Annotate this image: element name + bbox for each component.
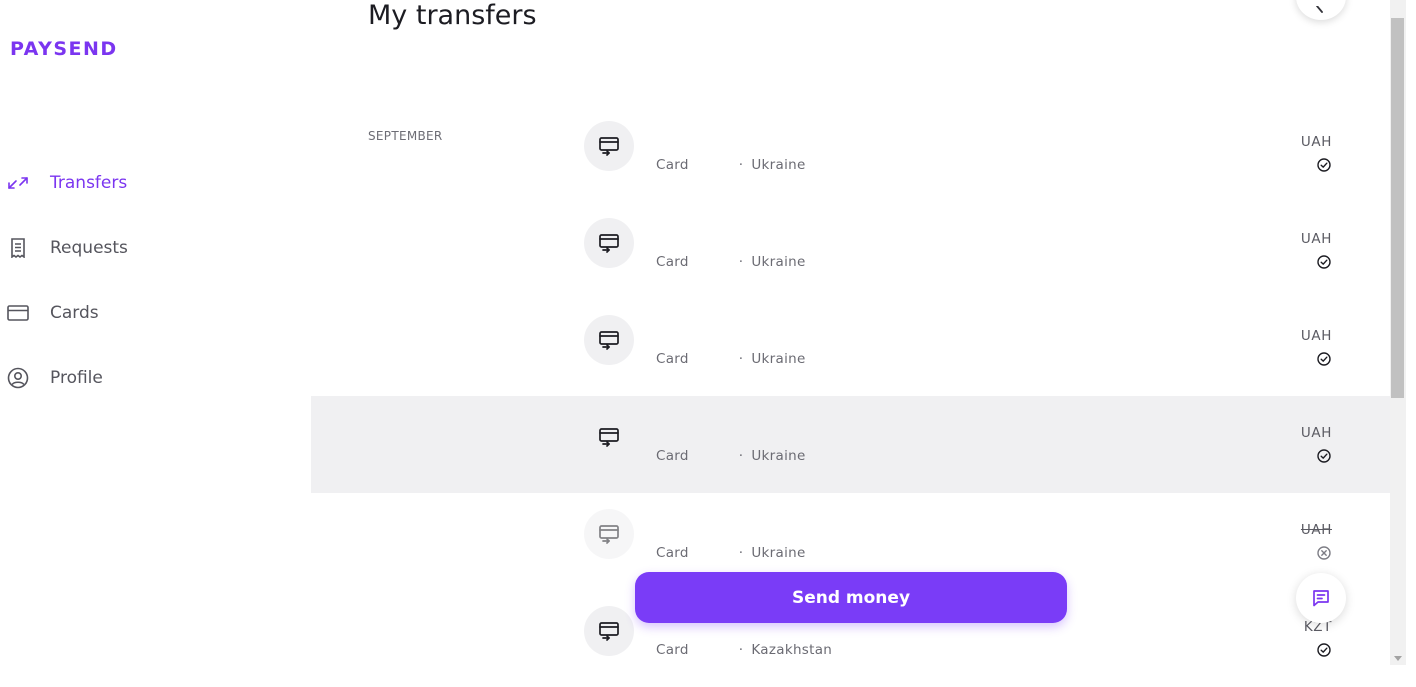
status-completed-icon [1317,158,1331,172]
transfer-icon-badge [584,121,634,171]
chat-support-button[interactable] [1296,573,1346,623]
card-transfer-icon [599,234,619,253]
transfer-method: Card [656,545,689,561]
transfer-arrows-icon [0,176,38,190]
transfer-method: Card [656,157,689,173]
sidebar-item-label: Profile [50,367,103,388]
transfer-row-hovered[interactable]: Card · Ukraine UAH [311,396,1390,493]
receipt-icon [0,237,38,258]
transfer-currency: UAH [1300,231,1332,247]
transfer-meta: Card · Ukraine [656,448,806,464]
transfer-country: Ukraine [751,254,806,270]
search-button[interactable] [1296,0,1346,20]
card-icon [0,304,38,321]
search-icon [1316,6,1323,13]
card-transfer-icon [599,622,619,641]
page-scrollbar[interactable] [1390,0,1406,665]
transfer-method: Card [656,254,689,270]
transfer-row[interactable]: Card · Ukraine UAH [311,299,1390,396]
transfer-meta: Card · Ukraine [656,545,806,561]
scroll-down-arrow-icon[interactable] [1394,656,1402,661]
transfer-currency: UAH [1300,328,1332,344]
transfer-currency: UAH [1300,425,1332,441]
transfer-country: Ukraine [751,448,806,464]
send-money-button[interactable]: Send money [635,572,1067,623]
transfer-method: Card [656,642,689,658]
transfer-country: Ukraine [751,351,806,367]
sidebar-nav: Transfers Requests Cards Profile [0,150,300,410]
transfer-method: Card [656,448,689,464]
sidebar-item-transfers[interactable]: Transfers [0,150,300,215]
transfer-meta: Card · Ukraine [656,254,806,270]
transfer-icon-badge [584,315,634,365]
sidebar-item-label: Transfers [50,172,128,193]
sidebar-item-profile[interactable]: Profile [0,345,300,410]
transfer-icon-badge [584,606,634,656]
transfer-icon-badge [584,509,634,559]
card-transfer-icon [599,428,619,447]
status-cancelled-icon [1317,546,1331,560]
scrollbar-thumb[interactable] [1391,18,1404,398]
sidebar-item-cards[interactable]: Cards [0,280,300,345]
sidebar-item-label: Requests [50,237,128,258]
profile-icon [0,367,38,389]
page-title: My transfers [368,0,537,31]
transfer-row[interactable]: Card · Ukraine UAH [311,202,1390,299]
transfer-currency: UAH [1300,522,1332,538]
sidebar-item-requests[interactable]: Requests [0,215,300,280]
status-completed-icon [1317,255,1331,269]
transfer-meta: Card · Kazakhstan [656,642,833,658]
transfer-method: Card [656,351,689,367]
transfer-icon-badge [584,218,634,268]
transfer-currency: UAH [1300,134,1332,150]
sidebar-item-label: Cards [50,302,99,323]
transfer-row[interactable]: Card · Ukraine UAH [311,105,1390,202]
paysend-logo[interactable]: PAYSEND [10,38,118,60]
transfer-icon-badge [584,412,634,462]
card-transfer-icon [599,137,619,156]
transfer-meta: Card · Ukraine [656,351,806,367]
card-transfer-icon [599,331,619,350]
transfer-country: Ukraine [751,545,806,561]
status-completed-icon [1317,352,1331,366]
chat-icon [1313,590,1329,607]
status-completed-icon [1317,449,1331,463]
status-completed-icon [1317,643,1331,657]
transfer-meta: Card · Ukraine [656,157,806,173]
card-transfer-icon [599,525,619,544]
transfer-country: Kazakhstan [751,642,833,658]
transfer-country: Ukraine [751,157,806,173]
